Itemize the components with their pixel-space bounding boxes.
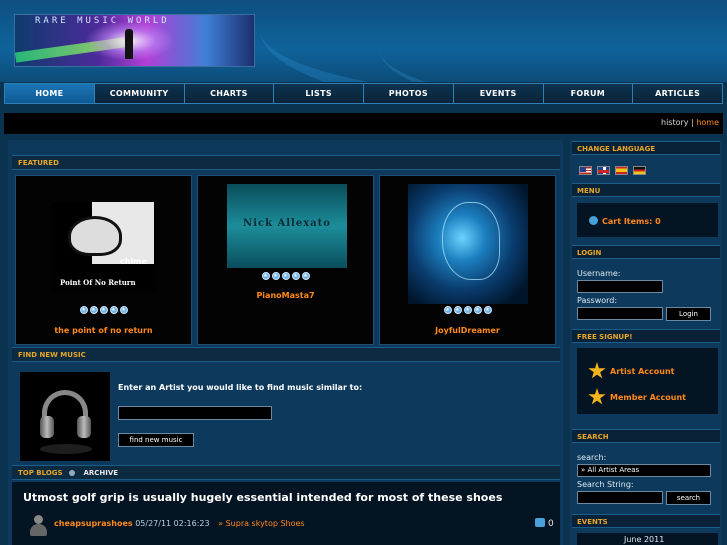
featured-image[interactable]: chime Point Of No Return <box>52 202 156 292</box>
wireframe-head <box>442 202 500 280</box>
blog-datetime: 05/27/11 02:16:23 <box>135 519 210 528</box>
featured-item[interactable]: Nick Allexato ★ ★ ★ ★ ★ PianoMasta7 <box>197 175 374 345</box>
flag-us-icon[interactable] <box>579 166 592 175</box>
breadcrumb: history | home <box>4 113 723 134</box>
search-string-label: Search String: <box>577 480 634 489</box>
cart-panel: Cart Items: 0 <box>577 203 718 237</box>
calendar-month: June 2011 <box>624 535 665 544</box>
flag-de-icon[interactable] <box>633 166 646 175</box>
signup-panel <box>577 348 718 414</box>
top-blogs-title: TOP BLOGS <box>18 469 63 477</box>
calendar: June 2011 <box>577 533 718 545</box>
archive-link[interactable]: ARCHIVE <box>83 469 118 477</box>
flag-es-icon[interactable] <box>615 166 628 175</box>
username-label: Username: <box>577 269 621 278</box>
nav-tab-articles[interactable]: ARTICLES <box>633 84 722 103</box>
login-button[interactable]: Login <box>666 307 711 321</box>
artist-account-link[interactable]: Artist Account <box>610 367 674 376</box>
album-art-artist: chime <box>120 257 147 266</box>
rating-stars: ★ ★ ★ ★ ★ <box>261 272 310 280</box>
search-header: SEARCH <box>572 429 720 443</box>
logo-text: RARE MUSIC WORLD <box>35 16 170 26</box>
top-blogs-header: TOP BLOGS ARCHIVE <box>12 465 560 480</box>
member-account-link[interactable]: Member Account <box>610 393 686 402</box>
search-label: search: <box>577 453 607 462</box>
album-art-title: Point Of No Return <box>60 278 136 287</box>
site-logo[interactable]: RARE MUSIC WORLD <box>14 14 255 67</box>
username-input[interactable] <box>577 280 663 293</box>
album-art-skull <box>68 216 122 256</box>
nav-tab-home[interactable]: HOME <box>5 84 95 103</box>
search-button[interactable]: search <box>666 491 711 505</box>
featured-image-text: Nick Allexato <box>243 218 331 229</box>
password-input[interactable] <box>577 307 663 320</box>
rating-stars: ★ ★ ★ ★ ★ <box>443 306 492 314</box>
bullet-icon <box>69 470 76 476</box>
comment-icon <box>535 518 545 527</box>
flag-uk-icon[interactable] <box>597 166 610 175</box>
search-string-input[interactable] <box>577 491 663 504</box>
artist-input[interactable] <box>118 406 272 420</box>
menu-header: MENU <box>572 183 720 197</box>
featured-caption[interactable]: PianoMasta7 <box>198 291 373 300</box>
blog-post: Utmost golf grip is usually hugely essen… <box>12 482 560 545</box>
nav-tab-events[interactable]: EVENTS <box>453 84 544 103</box>
nav-tab-charts[interactable]: CHARTS <box>184 84 275 103</box>
find-new-music-button[interactable]: find new music <box>118 433 194 447</box>
sidebar: CHANGE LANGUAGE MENU Cart Items: 0 LOGIN… <box>570 140 722 545</box>
logo-figure <box>125 29 133 59</box>
breadcrumb-separator: | <box>691 118 694 127</box>
nav-tab-lists[interactable]: LISTS <box>274 84 364 103</box>
header-wave <box>380 0 727 82</box>
featured-image[interactable]: Nick Allexato <box>227 184 347 268</box>
cart-items-link[interactable]: Cart Items: 0 <box>602 217 661 226</box>
breadcrumb-home-link[interactable]: home <box>696 118 719 127</box>
free-signup-header: FREE SIGNUP! <box>572 329 720 343</box>
featured-header: FEATURED <box>12 155 560 170</box>
events-header: EVENTS <box>572 514 720 528</box>
find-music-prompt: Enter an Artist you would like to find m… <box>118 383 363 392</box>
site-header: RARE MUSIC WORLD <box>0 0 727 82</box>
breadcrumb-history-link[interactable]: history <box>661 118 689 127</box>
avatar[interactable] <box>28 515 48 537</box>
search-area-select[interactable]: » All Artist Areas <box>577 464 711 477</box>
main-nav: HOME COMMUNITY CHARTS LISTS PHOTOS EVENT… <box>4 83 723 104</box>
featured-caption[interactable]: JoyfulDreamer <box>380 326 555 335</box>
blog-post-title[interactable]: Utmost golf grip is usually hugely essen… <box>23 491 502 504</box>
blog-post-meta: cheapsuprashoes 05/27/11 02:16:23 » Supr… <box>54 519 305 528</box>
comment-count: 0 <box>548 519 554 529</box>
featured-item[interactable]: chime Point Of No Return ★ ★ ★ ★ ★ the point… <box>15 175 192 345</box>
featured-caption[interactable]: the point of no return <box>16 326 191 335</box>
find-music-header: FIND NEW MUSIC <box>12 347 560 362</box>
headphones-icon <box>20 372 110 461</box>
password-label: Password: <box>577 296 618 305</box>
blog-author-link[interactable]: cheapsuprashoes <box>54 519 133 528</box>
featured-image[interactable] <box>408 184 528 304</box>
featured-item[interactable]: ★ ★ ★ ★ ★ JoyfulDreamer <box>379 175 556 345</box>
nav-tab-community[interactable]: COMMUNITY <box>94 84 185 103</box>
rating-stars: ★ ★ ★ ★ ★ <box>79 306 128 314</box>
cart-icon <box>589 216 598 225</box>
blog-category-link[interactable]: » Supra skytop Shoes <box>218 519 304 528</box>
nav-tab-forum[interactable]: FORUM <box>543 84 634 103</box>
change-language-header: CHANGE LANGUAGE <box>572 141 720 155</box>
nav-tab-photos[interactable]: PHOTOS <box>364 84 454 103</box>
blog-comments[interactable]: 0 <box>535 518 554 529</box>
main-content: FEATURED chime Point Of No Return ★ ★ ★ ★ ★ … <box>8 140 563 545</box>
find-music-panel: Enter an Artist you would like to find m… <box>12 365 560 465</box>
login-header: LOGIN <box>572 245 720 259</box>
